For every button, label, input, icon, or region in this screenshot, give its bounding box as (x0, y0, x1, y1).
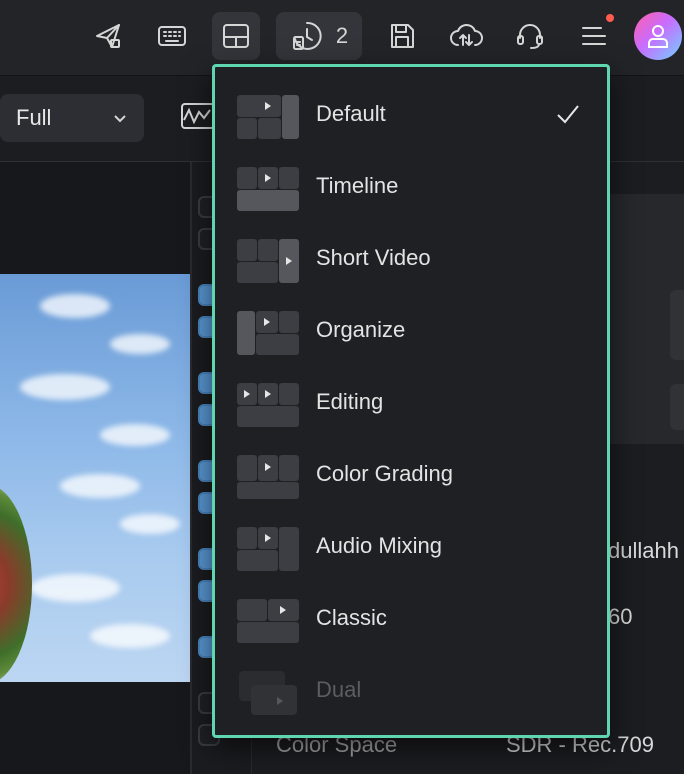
frame-rate-value: 60 (608, 604, 633, 629)
layout-option-default[interactable]: Default (215, 79, 607, 151)
planet-scene (0, 484, 32, 682)
layout-option-organize[interactable]: Organize (215, 295, 607, 367)
save-icon (391, 24, 414, 48)
chevron-down-icon (114, 115, 126, 123)
layout-option-timeline[interactable]: Timeline (215, 151, 607, 223)
checkmark-icon (557, 105, 579, 124)
layout-option-label: Short Video (316, 245, 431, 270)
user-icon (648, 25, 668, 48)
layout-dual-icon (239, 671, 297, 715)
layout-option-label: Classic (316, 605, 387, 630)
layout-option-label: Color Grading (316, 461, 453, 486)
layout-option-label: Dual (316, 677, 362, 702)
layout-menu: Default Timeline Short Video Organize Ed… (212, 64, 610, 738)
author-value: dullahh (608, 538, 679, 563)
send-icon (96, 24, 120, 48)
layout-option-dual: Dual (215, 655, 607, 727)
layout-option-classic[interactable]: Classic (215, 583, 607, 655)
layout-timeline-icon (237, 167, 299, 211)
send-button[interactable] (84, 12, 132, 60)
layout-option-audio-mixing[interactable]: Audio Mixing (215, 511, 607, 583)
layout-option-label: Editing (316, 389, 384, 414)
layout-default-icon (237, 95, 299, 139)
layout-color-grading-icon (237, 455, 299, 499)
layout-editing-icon (237, 383, 299, 427)
menu-icon (582, 27, 606, 45)
layout-option-color-grading[interactable]: Color Grading (215, 439, 607, 511)
cloud-upload-icon (450, 24, 483, 46)
history-button[interactable]: 2 (276, 12, 362, 60)
history-count: 2 (335, 23, 349, 48)
zoom-value: Full (16, 105, 52, 130)
headset-icon (517, 24, 543, 49)
layout-organize-icon (237, 311, 299, 355)
layout-audio-mixing-icon (237, 527, 299, 571)
zoom-select[interactable]: Full (0, 94, 144, 142)
layout-icon (223, 24, 249, 48)
layout-option-label: Audio Mixing (316, 533, 442, 558)
layout-option-short-video[interactable]: Short Video (215, 223, 607, 295)
waveform-button[interactable] (180, 98, 216, 134)
layout-classic-icon (237, 599, 299, 643)
notification-dot (606, 14, 614, 22)
video-preview[interactable] (0, 274, 190, 682)
preview-panel (0, 162, 190, 774)
layout-short-video-icon (237, 239, 299, 283)
waveform-icon (181, 103, 215, 129)
avatar[interactable] (634, 12, 682, 60)
keyboard-button[interactable] (148, 12, 196, 60)
save-button[interactable] (378, 12, 426, 60)
keyboard-icon (158, 26, 186, 46)
layout-option-label: Timeline (316, 173, 399, 198)
support-button[interactable] (506, 12, 554, 60)
layout-option-editing[interactable]: Editing (215, 367, 607, 439)
cloud-upload-button[interactable] (442, 12, 490, 60)
history-icon (292, 21, 322, 50)
layout-button[interactable] (212, 12, 260, 60)
layout-option-label: Organize (316, 317, 406, 342)
layout-option-label: Default (316, 101, 386, 126)
